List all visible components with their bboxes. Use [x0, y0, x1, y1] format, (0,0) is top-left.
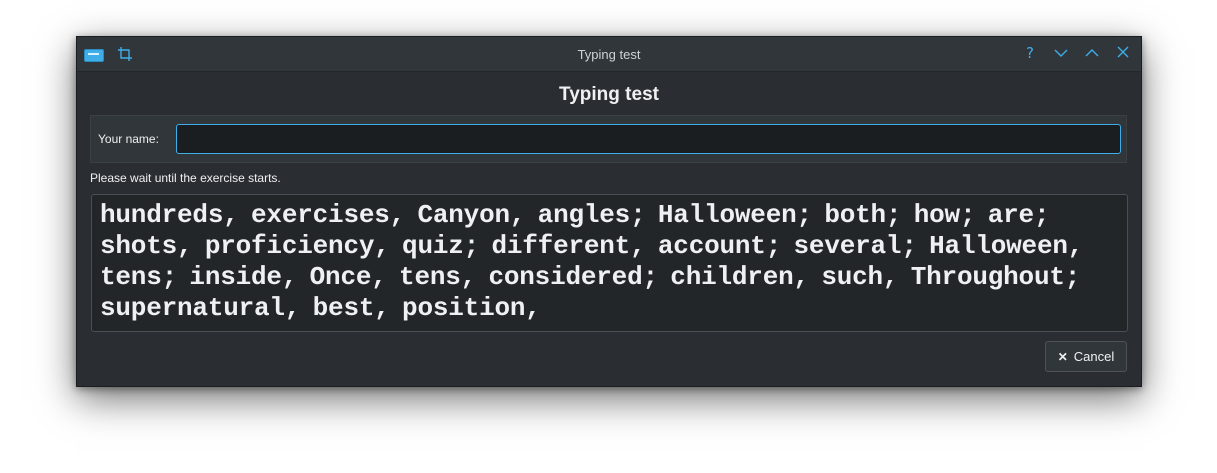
typing-test-window: Typing test ? Typing test Your name: Ple… [76, 36, 1142, 387]
dialog-heading: Typing test [559, 84, 659, 105]
name-group: Your name: [90, 115, 1127, 163]
exercise-text: hundreds, exercises, Canyon, angles; Hal… [91, 194, 1128, 332]
status-text: Please wait until the exercise starts. [90, 171, 281, 185]
name-label: Your name: [98, 132, 159, 146]
cancel-button[interactable]: ✕ Cancel [1045, 341, 1127, 372]
close-icon [1117, 46, 1129, 58]
close-button[interactable] [1116, 43, 1130, 63]
chevron-up-icon [1085, 49, 1099, 57]
close-icon: ✕ [1057, 349, 1068, 364]
maximize-button[interactable] [1085, 43, 1099, 63]
window-controls: ? [1023, 43, 1130, 63]
cancel-label: Cancel [1073, 349, 1115, 364]
name-input[interactable] [176, 124, 1121, 154]
help-button[interactable]: ? [1023, 43, 1037, 63]
title-bar[interactable]: Typing test ? [77, 37, 1141, 72]
chevron-down-icon [1054, 49, 1068, 57]
window-title: Typing test [577, 47, 641, 62]
minimize-button[interactable] [1054, 43, 1068, 63]
